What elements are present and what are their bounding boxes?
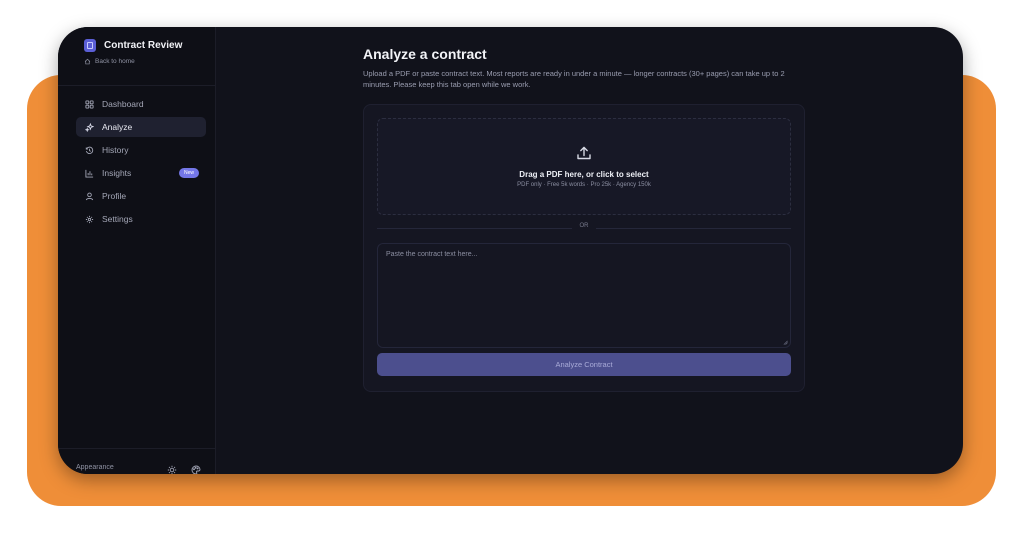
sidebar-footer-divider	[58, 448, 215, 449]
palette-button[interactable]	[191, 462, 201, 474]
or-label: OR	[579, 223, 589, 229]
pdf-dropzone[interactable]: Drag a PDF here, or click to select PDF …	[377, 118, 791, 215]
gear-icon	[85, 215, 94, 223]
user-icon	[85, 192, 94, 200]
sidebar-item-label: Dashboard	[102, 99, 144, 109]
sidebar: Contract Review Back to home Dashboard A…	[58, 27, 216, 474]
main-content: Analyze a contract Upload a PDF or paste…	[215, 27, 963, 474]
bar-chart-icon	[85, 169, 94, 178]
brand-logo-icon	[84, 39, 96, 52]
sidebar-divider	[58, 85, 215, 86]
page-title: Analyze a contract	[363, 46, 487, 62]
sun-icon	[167, 465, 177, 474]
new-badge: New	[178, 168, 199, 178]
sidebar-item-label: Profile	[102, 191, 127, 201]
sidebar-item-insights[interactable]: Insights New	[76, 163, 206, 183]
sidebar-item-label: History	[102, 145, 129, 155]
grid-icon	[85, 99, 94, 109]
sidebar-item-label: Insights	[102, 168, 132, 178]
or-divider: OR	[377, 223, 791, 233]
sidebar-item-label: Settings	[102, 214, 133, 224]
sidebar-item-label: Analyze	[102, 122, 133, 132]
sidebar-item-history[interactable]: History	[76, 140, 206, 160]
upload-icon	[577, 146, 591, 160]
home-icon	[84, 58, 91, 65]
sidebar-item-dashboard[interactable]: Dashboard	[76, 94, 206, 114]
resize-grip-icon[interactable]	[783, 340, 788, 345]
back-to-home-link[interactable]: Back to home	[84, 58, 135, 65]
brand: Contract Review	[84, 39, 182, 52]
sidebar-item-profile[interactable]: Profile	[76, 186, 206, 206]
contract-textarea[interactable]	[378, 244, 790, 347]
sparkles-icon	[85, 122, 94, 132]
history-icon	[85, 146, 94, 154]
sidebar-item-settings[interactable]: Settings	[76, 209, 206, 229]
analyze-card: Drag a PDF here, or click to select PDF …	[363, 104, 805, 392]
palette-icon	[191, 465, 201, 474]
app-window: Contract Review Back to home Dashboard A…	[58, 27, 963, 474]
theme-toggle[interactable]	[167, 462, 177, 474]
sidebar-item-analyze[interactable]: Analyze	[76, 117, 206, 137]
brand-title: Contract Review	[104, 40, 183, 51]
contract-text-box	[377, 243, 791, 348]
dropzone-subtitle: PDF only · Free 5k words · Pro 25k · Age…	[517, 182, 651, 188]
appearance-label: Appearance	[76, 464, 114, 471]
analyze-contract-button[interactable]: Analyze Contract	[377, 353, 791, 376]
sidebar-nav: Dashboard Analyze History Insights New P…	[76, 94, 206, 232]
page-description: Upload a PDF or paste contract text. Mos…	[363, 69, 785, 89]
dropzone-title: Drag a PDF here, or click to select	[519, 170, 649, 179]
back-to-home-label: Back to home	[95, 58, 135, 65]
